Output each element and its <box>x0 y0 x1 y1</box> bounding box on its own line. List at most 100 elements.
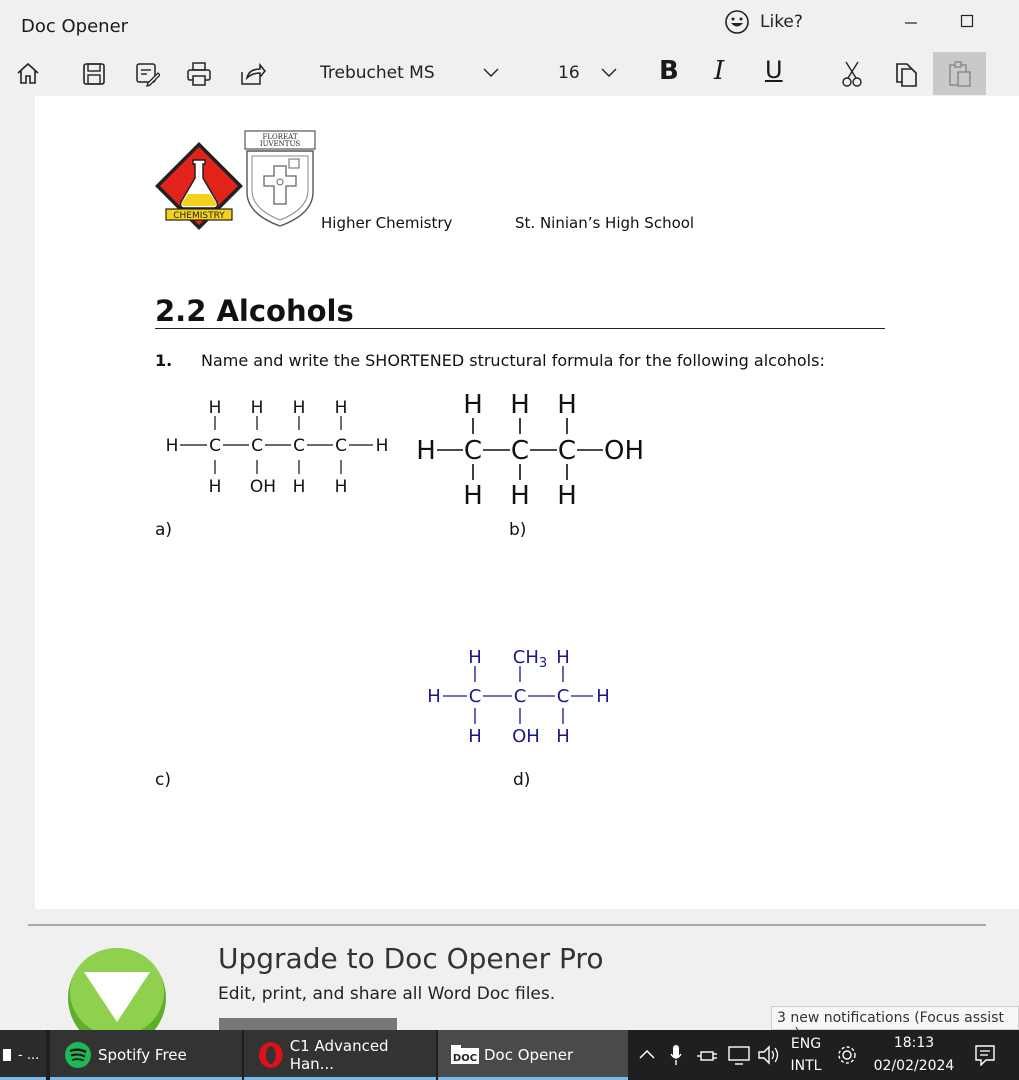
taskbar-doc-opener[interactable]: DOC Doc Opener <box>438 1030 628 1080</box>
atom-h: H <box>510 390 530 420</box>
opera-icon <box>258 1042 283 1068</box>
language-top[interactable]: ENG <box>786 1036 826 1052</box>
cut-button[interactable] <box>836 58 868 90</box>
atom-h: H <box>166 436 179 456</box>
save-as-icon <box>136 63 160 87</box>
atom-h: H <box>596 686 610 707</box>
section-title: 2.2 Alcohols <box>155 294 354 328</box>
atom-c: C <box>293 436 305 456</box>
doc-opener-window: Doc Opener Like? Trebuchet MS 16 B I U C… <box>0 0 1019 1080</box>
document-page[interactable]: CHEMISTRY FLOREAT IUVENTUS Higher Chemis… <box>35 96 1019 909</box>
atom-h: H <box>510 481 530 510</box>
atom-h: H <box>416 436 436 466</box>
taskbar-doc-opener-label: Doc Opener <box>484 1046 574 1064</box>
atom-h: H <box>557 390 577 420</box>
pen-icon <box>3 1049 11 1061</box>
atom-h: H <box>335 398 348 418</box>
like-label: Like? <box>760 12 803 32</box>
paste-button[interactable] <box>933 52 986 95</box>
svg-text:DOC: DOC <box>453 1053 477 1064</box>
atom-h: H <box>463 390 483 420</box>
clock-time[interactable]: 18:13 <box>874 1035 954 1051</box>
notification-banner[interactable]: 3 new notifications (Focus assist on) <box>771 1006 1019 1042</box>
atom-c: C <box>209 436 221 456</box>
taskbar-left-app[interactable]: - ... <box>0 1030 46 1080</box>
atom-h: H <box>293 398 306 418</box>
atom-h: H <box>427 686 441 707</box>
title-bar: Doc Opener Like? <box>0 0 1019 52</box>
save-as-button[interactable] <box>131 58 163 90</box>
atom-oh: OH <box>250 477 276 497</box>
crest-motto-2: IUVENTUS <box>260 140 301 148</box>
home-icon <box>17 62 39 84</box>
atom-h: H <box>557 481 577 510</box>
chemistry-badge-text: CHEMISTRY <box>173 211 225 221</box>
smiley-icon <box>725 10 749 34</box>
course-name: Higher Chemistry <box>321 214 453 232</box>
power-plug-icon[interactable] <box>696 1044 718 1066</box>
copy-button[interactable] <box>890 58 922 90</box>
settings-gear-icon[interactable] <box>836 1044 858 1066</box>
home-button[interactable] <box>12 58 44 90</box>
print-button[interactable] <box>183 58 215 90</box>
document-area[interactable]: CHEMISTRY FLOREAT IUVENTUS Higher Chemis… <box>0 96 1019 916</box>
school-crest-logo: FLOREAT IUVENTUS <box>244 130 316 227</box>
minimize-icon <box>905 22 917 24</box>
taskbar-opera[interactable]: C1 Advanced Han... <box>244 1030 436 1080</box>
chevron-up-icon[interactable] <box>639 1048 655 1060</box>
network-icon[interactable] <box>727 1044 751 1066</box>
bold-button[interactable]: B <box>659 56 679 86</box>
atom-h: H <box>376 436 389 456</box>
font-dropdown-button[interactable] <box>480 60 502 86</box>
atom-ch3: CH3 <box>513 647 547 671</box>
action-center-icon[interactable] <box>974 1044 996 1066</box>
spotify-icon <box>65 1042 91 1068</box>
taskbar-spotify-label: Spotify Free <box>98 1046 187 1064</box>
taskbar-opera-label: C1 Advanced Han... <box>289 1037 389 1073</box>
label-a: a) <box>155 520 173 540</box>
minimize-button[interactable] <box>896 10 926 32</box>
taskbar: - ... Spotify Free C1 Advanced Han... DO… <box>0 1030 1019 1080</box>
atom-oh: OH <box>604 436 644 466</box>
font-size-select[interactable]: 16 <box>558 63 580 83</box>
font-size-dropdown-button[interactable] <box>598 60 620 86</box>
atom-h: H <box>251 398 264 418</box>
atom-c: C <box>251 436 263 456</box>
section-underline <box>155 328 885 329</box>
chevron-down-icon <box>483 68 499 77</box>
language-bottom[interactable]: INTL <box>786 1058 826 1074</box>
underline-button[interactable]: U <box>765 56 783 84</box>
atom-c: C <box>557 686 570 707</box>
like-button[interactable]: Like? <box>724 8 803 36</box>
formula-a: H H H H H C C C C H H OH H H <box>166 398 389 497</box>
atom-c: C <box>511 436 529 466</box>
font-name-select[interactable]: Trebuchet MS <box>320 63 435 83</box>
toolbar: Trebuchet MS 16 B I U <box>0 52 1019 96</box>
school-name: St. Ninian’s High School <box>515 214 695 232</box>
label-b: b) <box>509 520 527 540</box>
microphone-icon[interactable] <box>669 1044 683 1066</box>
save-icon <box>83 63 105 85</box>
question-number: 1. <box>155 351 173 370</box>
atom-h: H <box>463 481 483 510</box>
volume-icon[interactable] <box>757 1044 781 1066</box>
formula-d: H CH3 H H C C C H H OH H <box>427 647 610 747</box>
atom-h: H <box>468 647 482 668</box>
share-button[interactable] <box>236 58 268 90</box>
atom-h: H <box>556 647 570 668</box>
atom-c: C <box>469 686 482 707</box>
paste-icon <box>948 60 971 87</box>
doc-opener-icon: DOC <box>451 1045 479 1064</box>
italic-button[interactable]: I <box>714 56 724 86</box>
atom-c: C <box>464 436 482 466</box>
download-arrow-icon[interactable] <box>66 946 168 1032</box>
ad-title[interactable]: Upgrade to Doc Opener Pro <box>218 942 603 975</box>
maximize-button[interactable] <box>952 10 982 32</box>
atom-h: H <box>209 477 222 497</box>
maximize-icon <box>960 14 974 28</box>
clock-date[interactable]: 02/02/2024 <box>872 1058 956 1074</box>
atom-h: H <box>335 477 348 497</box>
taskbar-spotify[interactable]: Spotify Free <box>50 1030 242 1080</box>
copy-icon <box>896 63 917 87</box>
save-button[interactable] <box>78 58 110 90</box>
